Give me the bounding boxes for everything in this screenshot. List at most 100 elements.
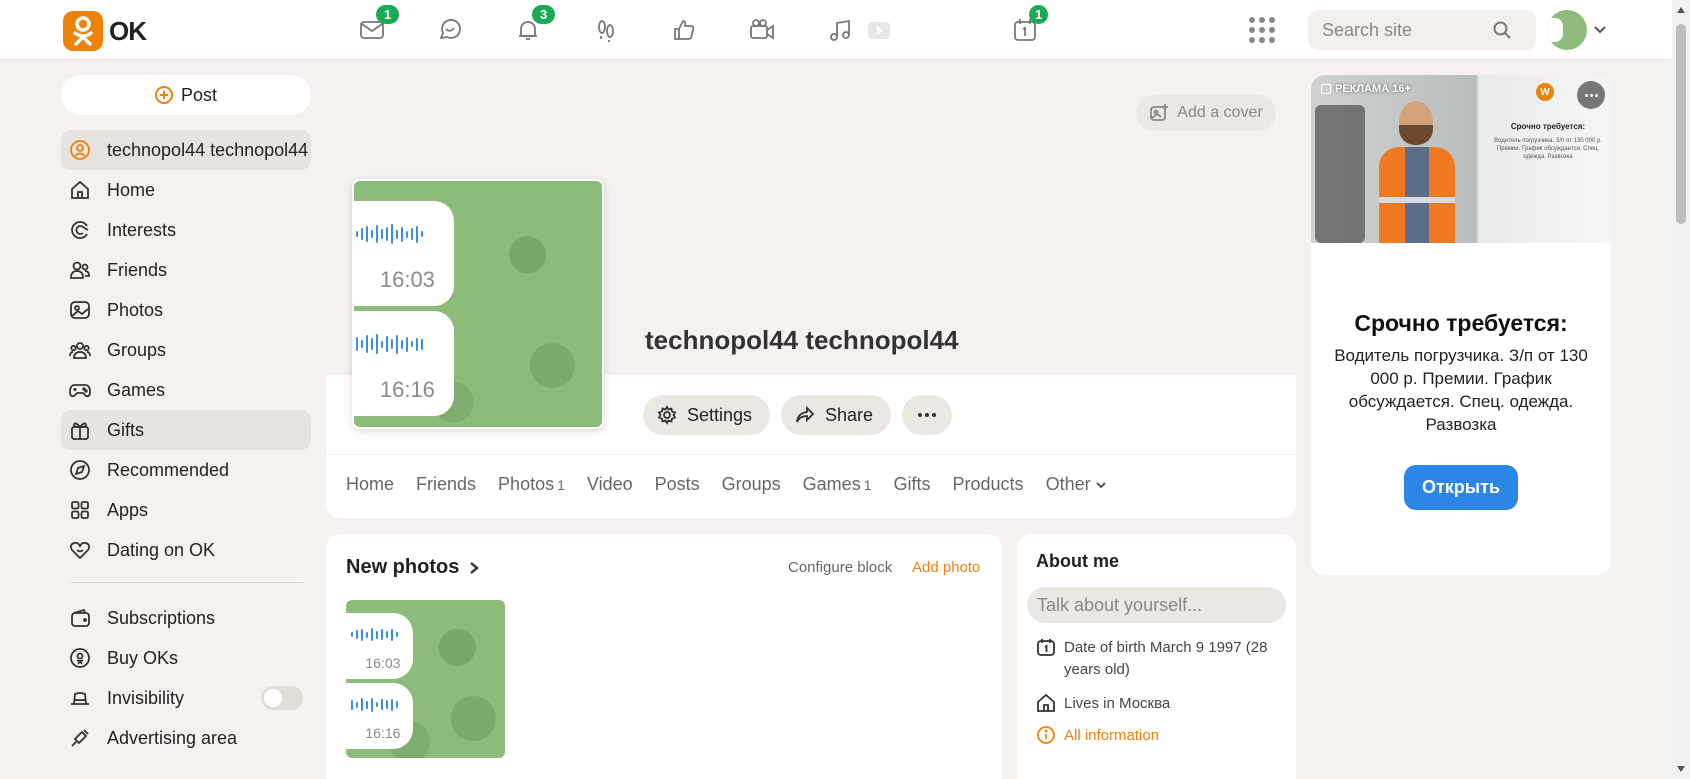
all-information-link[interactable]: All information bbox=[1036, 725, 1159, 747]
voice-time: 16:03 bbox=[379, 267, 435, 293]
nav-notifications[interactable]: 3 bbox=[512, 5, 556, 46]
profile-tabs: Home Friends Photos 1 Video Posts Groups … bbox=[346, 474, 1129, 495]
nav-marks[interactable] bbox=[668, 14, 700, 46]
tab-label: Video bbox=[586, 474, 633, 494]
home-icon bbox=[71, 180, 89, 199]
settings-button[interactable]: Settings bbox=[643, 395, 771, 435]
sidebar-item-dating[interactable]: Dating on OK bbox=[61, 530, 311, 570]
apps-grid-icon[interactable] bbox=[1249, 17, 1275, 43]
tab-photos[interactable]: Photos 1 bbox=[498, 474, 565, 495]
sidebar-item-groups[interactable]: Groups bbox=[61, 330, 311, 370]
calendar-icon bbox=[1037, 639, 1055, 656]
sidebar-item-advertising[interactable]: Advertising area bbox=[61, 718, 311, 758]
tab-posts[interactable]: Posts bbox=[655, 474, 700, 495]
thumbs-up-icon bbox=[674, 20, 695, 40]
sidebar-item-photos[interactable]: Photos bbox=[61, 290, 311, 330]
tab-products[interactable]: Products bbox=[953, 474, 1024, 495]
nav-music[interactable] bbox=[824, 14, 856, 46]
chat-icon bbox=[439, 19, 461, 40]
gear-icon bbox=[657, 405, 677, 425]
tab-games[interactable]: Games 1 bbox=[803, 474, 872, 495]
nav-messages[interactable]: 1 bbox=[356, 5, 400, 46]
sidebar-item-games[interactable]: Games bbox=[61, 370, 311, 410]
nav-discussions[interactable] bbox=[434, 14, 466, 46]
sidebar-item-invisibility[interactable]: Invisibility bbox=[61, 678, 311, 718]
ad-mini-title: Срочно требуется: bbox=[1510, 122, 1586, 131]
ad-image[interactable]: Срочно требуется: Водитель погрузчика. З… bbox=[1311, 75, 1611, 243]
sidebar-item-label: Games bbox=[107, 379, 166, 400]
nav-guests[interactable] bbox=[590, 14, 622, 46]
nav-video[interactable] bbox=[862, 14, 894, 46]
scroll-up-arrow[interactable] bbox=[1677, 7, 1685, 13]
sidebar-item-recommended[interactable]: Recommended bbox=[61, 450, 311, 490]
profile-avatar[interactable]: 16:03 16:16 bbox=[352, 179, 604, 429]
tab-label: Products bbox=[952, 474, 1024, 494]
voice-bubble: 16:03 bbox=[354, 201, 454, 306]
configure-block-link[interactable]: Configure block bbox=[788, 559, 892, 576]
ad-mini-body: Водитель погрузчика. З/п от 130 000 р. П… bbox=[1494, 138, 1602, 160]
ok-logo-icon bbox=[63, 11, 103, 51]
share-arrow-icon bbox=[796, 405, 815, 423]
all-information-label: All information bbox=[1064, 727, 1160, 744]
sidebar-item-profile[interactable]: technopol44 technopol44 bbox=[61, 130, 311, 170]
friends-icon bbox=[70, 261, 90, 279]
sidebar-item-interests[interactable]: Interests bbox=[61, 210, 311, 250]
chevron-down-icon bbox=[1095, 481, 1106, 488]
user-avatar[interactable] bbox=[1547, 10, 1587, 50]
post-button[interactable]: Post bbox=[61, 75, 311, 115]
search-icon[interactable] bbox=[1492, 20, 1512, 40]
logo-text: OK bbox=[109, 15, 147, 46]
scroll-down-arrow[interactable] bbox=[1677, 766, 1685, 772]
home-icon bbox=[1037, 693, 1055, 712]
sidebar-item-home[interactable]: Home bbox=[61, 170, 311, 210]
voice-time: 16:16 bbox=[365, 725, 401, 742]
tab-gifts[interactable]: Gifts bbox=[894, 474, 931, 495]
ok-logo[interactable]: OK bbox=[63, 11, 147, 51]
nav-events[interactable]: 1 bbox=[1009, 5, 1049, 46]
plus-circle-icon bbox=[154, 86, 173, 104]
sidebar-item-label: Recommended bbox=[107, 459, 230, 480]
tab-friends[interactable]: Friends bbox=[416, 474, 476, 495]
tab-home[interactable]: Home bbox=[346, 474, 394, 495]
sidebar-item-apps[interactable]: Apps bbox=[61, 490, 311, 530]
waveform-icon bbox=[351, 628, 406, 642]
more-options-button[interactable] bbox=[902, 395, 952, 435]
scrollbar-thumb[interactable] bbox=[1676, 24, 1686, 224]
photos-icon bbox=[70, 301, 90, 319]
apps-icon bbox=[71, 501, 89, 519]
tab-count: 1 bbox=[557, 477, 565, 493]
sidebar-item-label: Invisibility bbox=[107, 687, 185, 708]
ad-open-button[interactable]: Открыть bbox=[1404, 465, 1518, 510]
add-photo-link[interactable]: Add photo bbox=[912, 559, 980, 576]
add-cover-button[interactable]: Add a cover bbox=[1136, 95, 1276, 131]
photo-thumbnail[interactable]: 16:03 16:16 bbox=[346, 600, 505, 758]
tab-label: Posts bbox=[654, 474, 700, 494]
invisibility-toggle[interactable] bbox=[261, 686, 303, 710]
wallet-icon bbox=[71, 608, 90, 627]
tab-other[interactable]: Other bbox=[1046, 474, 1107, 495]
new-photos-title[interactable]: New photos bbox=[346, 556, 481, 579]
sidebar-item-buy-oks[interactable]: Buy OKs bbox=[61, 638, 311, 678]
ad-label-icon bbox=[1321, 84, 1331, 94]
sidebar-nav: technopol44 technopol44 Home Interests F… bbox=[61, 130, 311, 758]
post-label: Post bbox=[180, 84, 218, 105]
sidebar-item-subscriptions[interactable]: Subscriptions bbox=[61, 598, 311, 638]
sidebar-item-label: Apps bbox=[107, 499, 149, 520]
voice-bubble: 16:16 bbox=[346, 683, 413, 749]
ad-menu-button[interactable] bbox=[1577, 81, 1605, 109]
sidebar-item-gifts[interactable]: Gifts bbox=[61, 410, 311, 450]
tab-video[interactable]: Video bbox=[587, 474, 633, 495]
share-button[interactable]: Share bbox=[781, 395, 892, 435]
chevron-right-icon bbox=[470, 561, 480, 574]
sidebar-item-label: Friends bbox=[107, 259, 168, 280]
nav-video-calls[interactable] bbox=[746, 14, 778, 46]
add-cover-label: Add a cover bbox=[1177, 104, 1263, 121]
chevron-down-icon[interactable] bbox=[1593, 22, 1607, 36]
tab-groups[interactable]: Groups bbox=[722, 474, 781, 495]
search-input[interactable] bbox=[1322, 19, 1492, 41]
sidebar-item-friends[interactable]: Friends bbox=[61, 250, 311, 290]
voice-bubble: 16:03 bbox=[346, 613, 413, 679]
forklift-shape bbox=[1315, 105, 1365, 243]
scrollbar[interactable] bbox=[1672, 0, 1690, 779]
about-me-input[interactable] bbox=[1027, 587, 1286, 623]
